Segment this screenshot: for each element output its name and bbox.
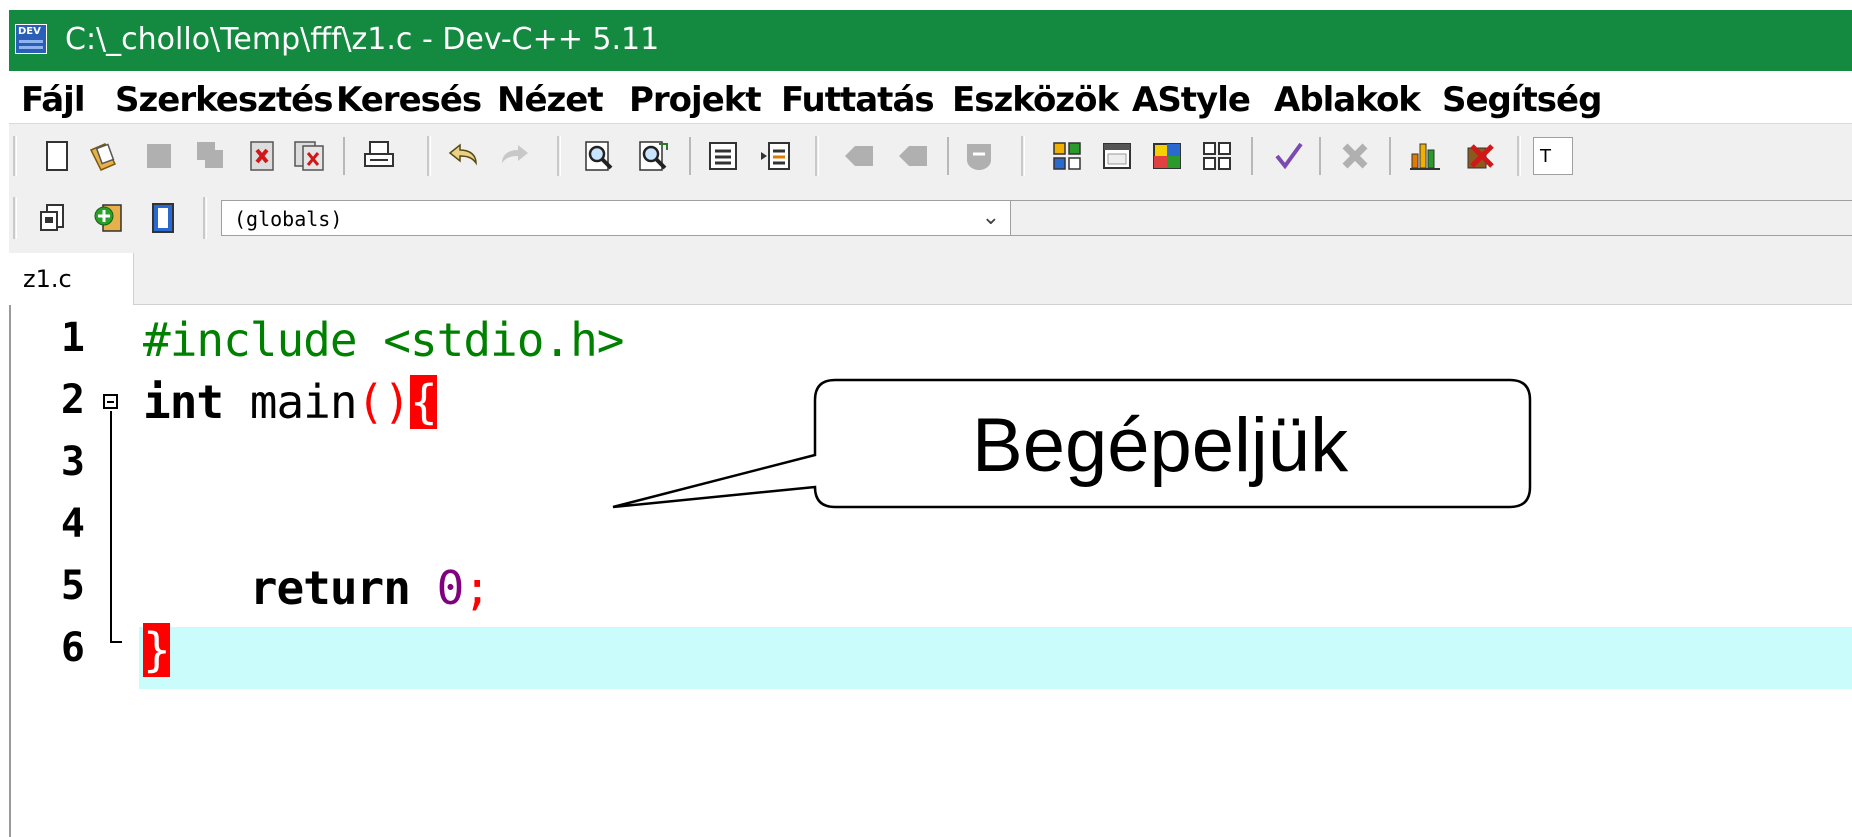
code-line-6: } [143, 623, 171, 677]
code-token-keyword: return [249, 561, 411, 615]
new-file-icon[interactable] [39, 137, 75, 175]
save-all-icon[interactable] [193, 137, 229, 175]
unindent-icon[interactable] [757, 137, 793, 175]
font-combo[interactable]: T [1533, 137, 1573, 175]
toolbar-grip[interactable] [13, 197, 17, 239]
bookmark-icon[interactable] [841, 137, 877, 175]
menu-bar: Fájl Szerkesztés Keresés Nézet Projekt F… [9, 71, 1852, 123]
menu-view[interactable]: Nézet [497, 80, 604, 120]
editor-tab-bar: z1.c [9, 249, 1852, 305]
replace-icon[interactable] [635, 137, 671, 175]
line-number: 4 [60, 501, 85, 547]
line-number: 2 [60, 377, 85, 423]
toolbar-separator [1251, 137, 1253, 175]
line-number: 3 [60, 439, 85, 485]
callout-text: Begépeljük [972, 403, 1349, 488]
code-token-semicolon: ; [463, 561, 491, 615]
ide-window: DEV C:\_chollo\Temp\fff\z1.c - Dev-C++ 5… [9, 10, 1852, 837]
chart-icon[interactable] [1407, 137, 1443, 175]
close-file-icon[interactable] [245, 137, 281, 175]
menu-execute[interactable]: Futtatás [781, 80, 935, 120]
main-toolbar: T [9, 123, 1852, 187]
toolbar-separator [689, 137, 691, 175]
menu-tools[interactable]: Eszközök [952, 80, 1119, 120]
toolbar-grip[interactable] [1021, 136, 1025, 176]
menu-edit[interactable]: Szerkesztés [115, 80, 333, 120]
code-token-parens: () [356, 375, 411, 429]
code-line-5: return 0; [143, 561, 491, 615]
toolbar-grip[interactable] [203, 197, 207, 239]
toolbar-separator [947, 137, 949, 175]
header-file-icon[interactable] [145, 199, 181, 237]
menu-astyle[interactable]: AStyle [1132, 80, 1251, 120]
tab-label: z1.c [23, 265, 72, 293]
code-token-open-brace: { [409, 375, 438, 429]
menu-file[interactable]: Fájl [21, 80, 85, 120]
fold-line [110, 411, 112, 643]
code-line-2: int main(){ [143, 375, 438, 429]
open-file-icon[interactable] [85, 137, 121, 175]
scope-combobox-value: (globals) [234, 207, 343, 231]
line-number: 5 [60, 563, 85, 609]
find-icon[interactable] [581, 137, 617, 175]
redo-icon[interactable] [497, 137, 533, 175]
window-title: C:\_chollo\Temp\fff\z1.c - Dev-C++ 5.11 [65, 22, 660, 57]
app-icon-stripe [19, 40, 43, 43]
compile-run-icon[interactable] [1149, 137, 1185, 175]
toolbar-grip[interactable] [427, 136, 431, 176]
close-all-icon[interactable] [291, 137, 327, 175]
code-line-1: #include <stdio.h> [143, 313, 624, 367]
menu-project[interactable]: Projekt [629, 80, 762, 120]
add-file-icon[interactable] [91, 199, 127, 237]
print-icon[interactable] [361, 137, 397, 175]
goto-bookmark-icon[interactable] [895, 137, 931, 175]
toolbar-grip[interactable] [1517, 136, 1521, 176]
menu-search[interactable]: Keresés [336, 80, 482, 120]
toolbar-grip[interactable] [815, 136, 819, 176]
toolbar-grip[interactable] [13, 136, 17, 176]
toolbar-separator [1319, 137, 1321, 175]
function-combobox[interactable] [1011, 200, 1852, 236]
compile-icon[interactable] [1049, 137, 1085, 175]
syntax-check-icon[interactable] [1271, 137, 1307, 175]
line-number: 1 [60, 315, 85, 361]
toolbar-grip[interactable] [557, 136, 561, 176]
current-line-highlight [139, 627, 1852, 689]
fold-collapse-icon[interactable] [103, 394, 118, 409]
save-icon[interactable] [141, 137, 177, 175]
class-browser-icon[interactable] [35, 199, 71, 237]
menu-window[interactable]: Ablakok [1274, 80, 1421, 120]
dev-cpp-icon: DEV [15, 24, 47, 54]
indent-icon[interactable] [705, 137, 741, 175]
scope-toolbar: (globals) ⌄ [9, 187, 1852, 249]
debug-icon[interactable] [1461, 137, 1497, 175]
app-icon-label: DEV [18, 26, 41, 37]
fold-end [110, 641, 122, 643]
scope-combobox[interactable]: (globals) ⌄ [221, 200, 1011, 236]
code-token-close-brace: } [143, 623, 171, 677]
stop-icon[interactable] [1337, 137, 1373, 175]
code-editor[interactable]: 1 2 3 4 5 6 #include <stdio.h> int main(… [9, 305, 1852, 837]
tab-z1-c[interactable]: z1.c [9, 253, 134, 305]
undo-icon[interactable] [445, 137, 481, 175]
menu-help[interactable]: Segítség [1442, 80, 1602, 120]
run-icon[interactable] [1099, 137, 1135, 175]
app-icon-stripe [19, 46, 43, 49]
code-token-identifier: main [223, 375, 358, 429]
rebuild-icon[interactable] [1199, 137, 1235, 175]
title-bar[interactable]: DEV C:\_chollo\Temp\fff\z1.c - Dev-C++ 5… [9, 10, 1852, 71]
toggle-comment-icon[interactable] [961, 137, 997, 175]
line-number: 6 [60, 625, 85, 671]
toolbar-separator [343, 137, 345, 175]
code-token-type: int [143, 375, 224, 429]
toolbar-separator [1389, 137, 1391, 175]
code-token-preprocessor: #include <stdio.h> [143, 313, 624, 367]
code-token-number: 0 [436, 561, 465, 615]
chevron-down-icon[interactable]: ⌄ [982, 205, 1000, 230]
